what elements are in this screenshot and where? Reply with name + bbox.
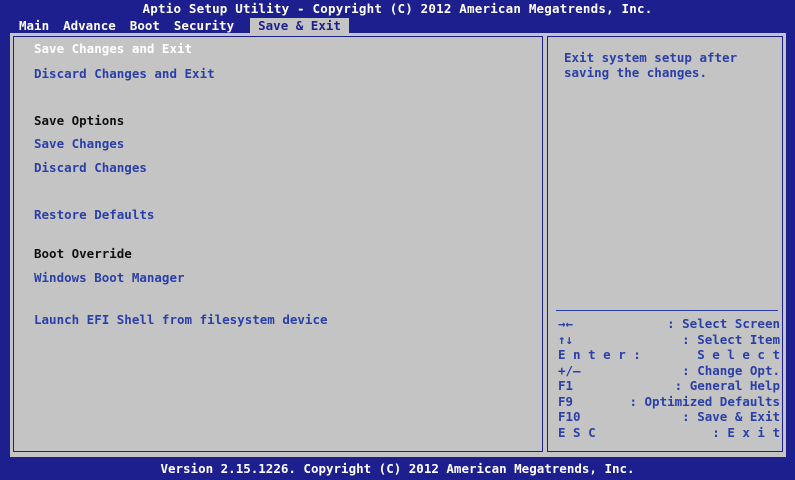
menu-item-discard-changes[interactable]: Discard Changes xyxy=(34,160,147,175)
bios-setup-screen: Aptio Setup Utility - Copyright (C) 2012… xyxy=(0,0,795,480)
key-desc: : Select Screen xyxy=(667,316,780,331)
help-line: Exit system setup after xyxy=(564,50,738,65)
key-desc: : E x i t xyxy=(712,424,780,440)
tab-save-exit[interactable]: Save & Exit xyxy=(250,17,349,33)
tab-boot[interactable]: Boot xyxy=(130,18,160,33)
key-legend: →← : Select Screen ↑↓ : Select Item E n … xyxy=(558,316,780,440)
window-title: Aptio Setup Utility - Copyright (C) 2012… xyxy=(142,1,653,16)
help-line: saving the changes. xyxy=(564,65,707,80)
menu-item-discard-changes-and-exit[interactable]: Discard Changes and Exit xyxy=(34,66,215,81)
options-pane: Save Changes and Exit Discard Changes an… xyxy=(13,36,543,452)
tab-main[interactable]: Main xyxy=(19,18,49,33)
help-pane: Exit system setup after saving the chang… xyxy=(547,36,783,452)
key-row-save-exit: F10 : Save & Exit xyxy=(558,409,780,425)
help-description: Exit system setup after saving the chang… xyxy=(564,50,774,80)
key-name: F9 xyxy=(558,393,574,409)
key-desc: : Save & Exit xyxy=(682,409,780,424)
key-row-change-opt: +/— : Change Opt. xyxy=(558,363,780,379)
key-name: +/— xyxy=(558,362,581,378)
key-name: E S C xyxy=(558,424,596,440)
tab-advance[interactable]: Advance xyxy=(63,18,116,33)
key-name: F1 xyxy=(558,378,574,393)
key-desc: : General Help xyxy=(674,378,780,393)
key-row-select-screen: →← : Select Screen xyxy=(558,316,780,332)
key-desc: : Optimized Defaults xyxy=(629,393,780,409)
section-header-save-options: Save Options xyxy=(34,113,125,128)
arrow-up-down-icon: ↑↓ xyxy=(558,331,574,347)
menu-item-save-changes[interactable]: Save Changes xyxy=(34,136,124,151)
key-desc: S e l e c t xyxy=(697,347,780,362)
section-header-boot-override: Boot Override xyxy=(34,246,132,261)
key-desc: : Select Item xyxy=(682,331,780,347)
key-row-optimized-defaults: F9 : Optimized Defaults xyxy=(558,394,780,410)
tab-security[interactable]: Security xyxy=(174,18,234,33)
menu-item-save-changes-and-exit[interactable]: Save Changes and Exit xyxy=(34,41,192,56)
key-desc: : Change Opt. xyxy=(682,362,780,378)
key-row-escape: E S C : E x i t xyxy=(558,425,780,441)
arrow-left-right-icon: →← xyxy=(558,316,574,331)
main-panel: Save Changes and Exit Discard Changes an… xyxy=(10,33,786,457)
key-row-general-help: F1 : General Help xyxy=(558,378,780,394)
tab-bar: Main Advance Boot Security Save & Exit xyxy=(19,17,363,33)
key-row-select-item: ↑↓ : Select Item xyxy=(558,332,780,348)
key-name: F10 xyxy=(558,409,581,424)
help-divider xyxy=(556,310,778,311)
footer-bar: Version 2.15.1226. Copyright (C) 2012 Am… xyxy=(0,458,795,480)
version-text: Version 2.15.1226. Copyright (C) 2012 Am… xyxy=(160,461,635,476)
menu-item-launch-efi-shell[interactable]: Launch EFI Shell from filesystem device xyxy=(34,312,328,327)
menu-item-windows-boot-manager[interactable]: Windows Boot Manager xyxy=(34,270,185,285)
title-bar: Aptio Setup Utility - Copyright (C) 2012… xyxy=(0,0,795,34)
menu-item-restore-defaults[interactable]: Restore Defaults xyxy=(34,207,154,222)
key-row-enter: E n t e r : S e l e c t xyxy=(558,347,780,363)
key-name: E n t e r : xyxy=(558,347,641,362)
